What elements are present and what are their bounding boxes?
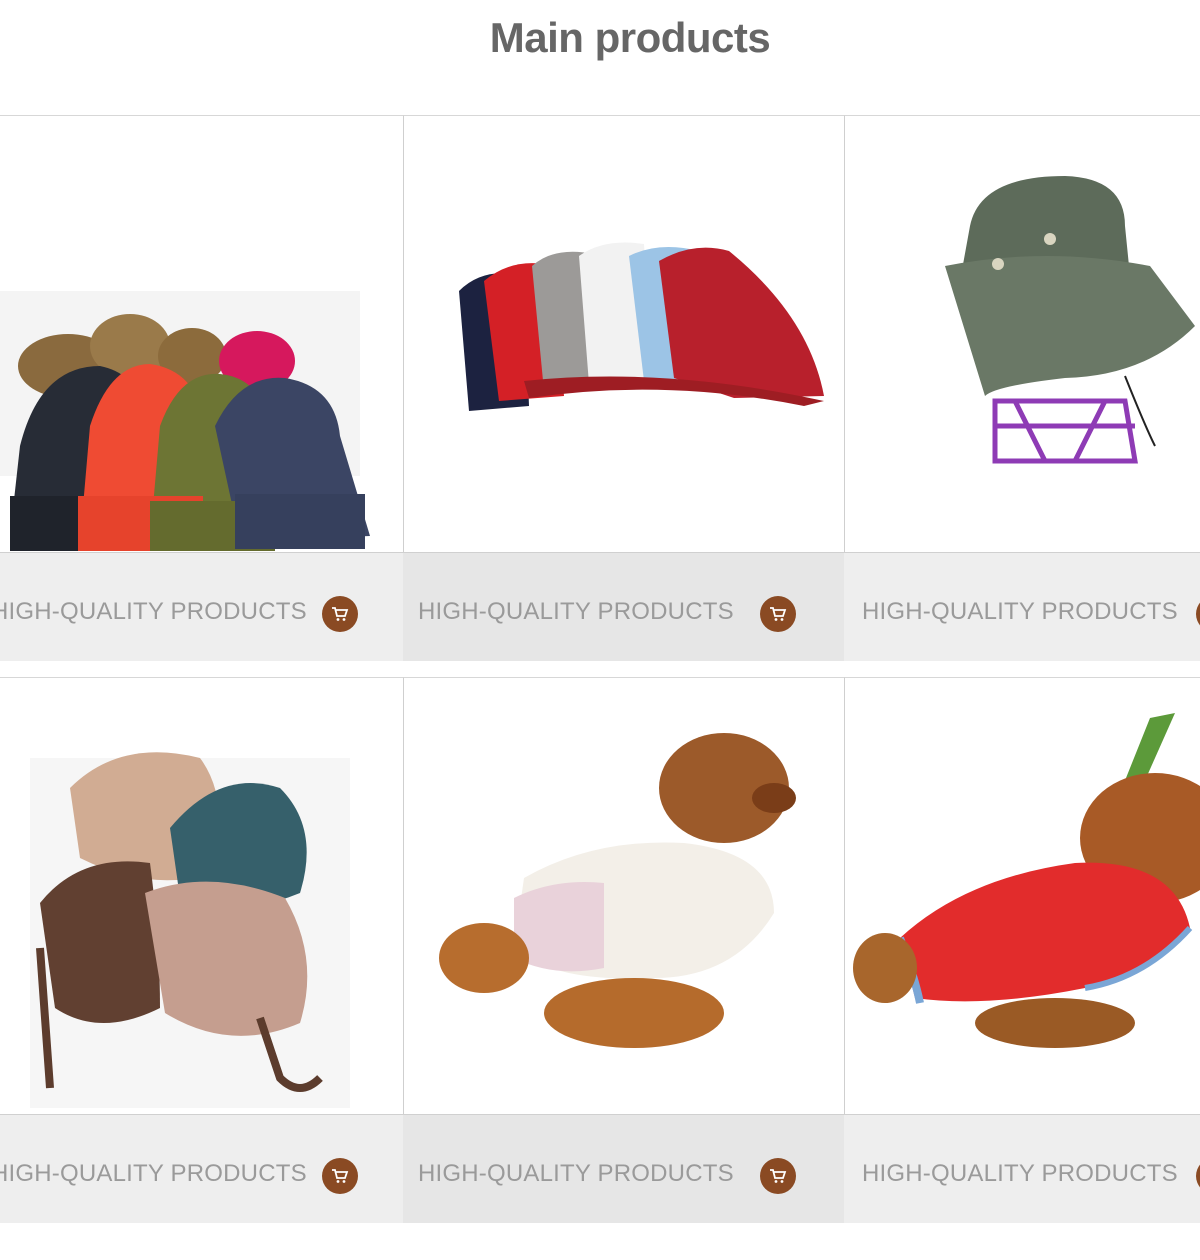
product-image[interactable] xyxy=(403,115,844,552)
product-image[interactable] xyxy=(844,677,1200,1114)
product-bar: HIGH-QUALITY PRODUCTS xyxy=(0,552,403,661)
cart-icon[interactable] xyxy=(1196,596,1200,632)
product-label[interactable]: HIGH-QUALITY PRODUCTS xyxy=(0,1115,307,1223)
product-image[interactable] xyxy=(403,677,844,1114)
bucket-hat-image xyxy=(945,176,1195,464)
product-image[interactable] xyxy=(0,677,403,1114)
product-bar: HIGH-QUALITY PRODUCTS xyxy=(844,1114,1200,1223)
product-card[interactable]: HIGH-QUALITY PRODUCTS xyxy=(403,115,844,662)
product-bar: HIGH-QUALITY PRODUCTS xyxy=(403,552,844,661)
product-label[interactable]: HIGH-QUALITY PRODUCTS xyxy=(418,1115,734,1223)
product-label[interactable]: HIGH-QUALITY PRODUCTS xyxy=(0,553,307,661)
cart-icon[interactable] xyxy=(322,1158,358,1194)
product-label[interactable]: HIGH-QUALITY PRODUCTS xyxy=(418,553,734,661)
cart-icon[interactable] xyxy=(322,596,358,632)
cart-icon[interactable] xyxy=(1196,1158,1200,1194)
product-card[interactable]: HIGH-QUALITY PRODUCTS xyxy=(403,677,844,1225)
product-bar: HIGH-QUALITY PRODUCTS xyxy=(0,1114,403,1223)
cart-icon[interactable] xyxy=(760,596,796,632)
product-card[interactable]: HIGH-QUALITY PRODUCTS xyxy=(0,115,403,662)
product-image[interactable] xyxy=(844,115,1200,552)
product-grid: HIGH-QUALITY PRODUCTS HIGH-QUALITY PRODU… xyxy=(0,115,1200,1225)
product-card[interactable]: HIGH-QUALITY PRODUCTS xyxy=(0,677,403,1225)
beanie-image xyxy=(0,291,370,551)
cart-icon[interactable] xyxy=(760,1158,796,1194)
dog-coat-image xyxy=(853,713,1200,1048)
product-card[interactable]: HIGH-QUALITY PRODUCTS xyxy=(844,115,1200,662)
product-label[interactable]: HIGH-QUALITY PRODUCTS xyxy=(862,1115,1178,1223)
product-label[interactable]: HIGH-QUALITY PRODUCTS xyxy=(862,553,1178,661)
product-bar: HIGH-QUALITY PRODUCTS xyxy=(844,552,1200,661)
product-image[interactable] xyxy=(0,115,403,552)
page-title: Main products xyxy=(489,14,771,61)
knit-hoods-image xyxy=(30,752,350,1108)
dog-hoodie-image xyxy=(439,733,796,1048)
caps-image xyxy=(459,242,824,411)
product-card[interactable]: HIGH-QUALITY PRODUCTS xyxy=(844,677,1200,1225)
product-bar: HIGH-QUALITY PRODUCTS xyxy=(403,1114,844,1223)
